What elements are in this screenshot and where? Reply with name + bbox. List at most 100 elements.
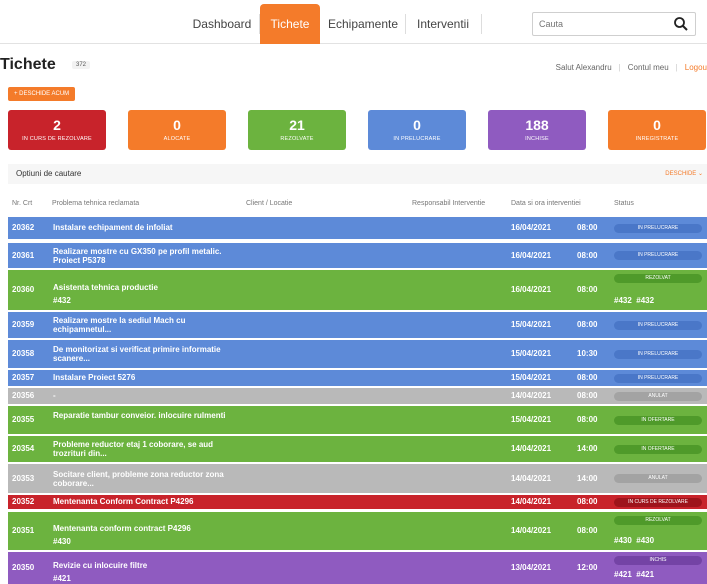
logout-link[interactable]: Logou (685, 63, 707, 72)
search-box (532, 12, 696, 36)
status-card[interactable]: 0 ALOCATE (128, 110, 226, 150)
table-row[interactable]: 20351 Mentenanta conform contract P4296 #… (8, 512, 707, 550)
status-badge[interactable]: IN PRELUCRARE (614, 251, 702, 260)
ticket-number: 20361 (12, 250, 35, 260)
column-header-date: Data si ora interventiei (511, 200, 581, 207)
status-badge[interactable]: IN PRELUCRARE (614, 373, 702, 383)
status-badge[interactable]: REZOLVAT (614, 274, 702, 283)
status-badge[interactable]: REZOLVAT (614, 516, 702, 525)
tab-echipamente[interactable]: Echipamente (322, 4, 404, 44)
ticket-problem[interactable]: Mentenanta conform contract P4296 #430 (53, 522, 233, 548)
ticket-problem[interactable]: - (53, 391, 233, 400)
ticket-problem[interactable]: Mentenanta Conform Contract P4296 (53, 497, 233, 506)
table-row[interactable]: 20356 - 14/04/2021 08:00 ANULAT (8, 388, 707, 404)
ticket-number: 20352 (12, 497, 35, 506)
intervention-date: 16/04/2021 (511, 250, 552, 260)
open-ticket-button[interactable]: + DESCHIDE ACUM (8, 87, 76, 101)
status-card-label: INCHISE (525, 136, 549, 142)
ticket-problem[interactable]: Revizie cu inlocuire filtre #421 (53, 559, 233, 584)
ticket-number: 20362 (12, 223, 35, 232)
intervention-time: 08:00 (577, 223, 598, 232)
status-card[interactable]: 0 IN PRELUCRARE (368, 110, 466, 150)
ticket-count-badge: 372 (72, 61, 91, 69)
ticket-problem[interactable]: Asistenta tehnica productie #432 (53, 281, 233, 307)
status-card-label: REZOLVATE (280, 136, 314, 142)
status-badge[interactable]: ANULAT (614, 474, 702, 483)
nav-divider (481, 14, 482, 34)
status-card-label: ALOCATE (163, 136, 191, 142)
status-badge[interactable]: IN OFERTARE (614, 415, 702, 425)
status-card-label: IN PRELUCRARE (393, 136, 441, 142)
search-input[interactable] (539, 16, 659, 32)
status-card[interactable]: 2 IN CURS DE REZOLVARE (8, 110, 106, 150)
status-badge[interactable]: IN PRELUCRARE (614, 223, 702, 233)
status-badge[interactable]: INCHIS (614, 556, 702, 565)
status-badge[interactable]: IN CURS DE REZOLVARE (614, 497, 702, 507)
search-options-toggle[interactable]: DESCHIDE ⌄ (665, 170, 703, 177)
greeting-text: Salut Alexandru (555, 63, 612, 72)
ticket-problem[interactable]: De monitorizat si verificat primire info… (53, 345, 233, 363)
status-badge[interactable]: IN OFERTARE (614, 444, 702, 454)
intervention-time: 08:00 (577, 373, 598, 382)
ticket-number: 20358 (12, 349, 35, 358)
table-row[interactable]: 20362 Instalare echipament de infoliat 16/… (8, 217, 707, 239)
status-badge[interactable]: IN PRELUCRARE (614, 349, 702, 359)
column-header-status: Status (614, 200, 634, 207)
column-header-responsible: Responsabil Interventie (412, 200, 486, 207)
intervention-time: 08:00 (577, 320, 598, 329)
intervention-time: 08:00 (577, 250, 598, 260)
status-card-value: 21 (289, 117, 305, 133)
top-navigation: Dashboard Tichete Echipamente Interventi… (0, 0, 707, 44)
table-row[interactable]: 20360 Asistenta tehnica productie #432 16/… (8, 270, 707, 310)
tab-tichete[interactable]: Tichete (260, 4, 320, 44)
table-row[interactable]: 20352 Mentenanta Conform Contract P4296 14… (8, 495, 707, 509)
intervention-date: 14/04/2021 (511, 497, 552, 506)
search-icon[interactable] (673, 16, 689, 32)
intervention-date: 15/04/2021 (511, 415, 552, 424)
ticket-problem[interactable]: Realizare mostre cu GX350 pe profil meta… (53, 247, 233, 265)
status-card[interactable]: 21 REZOLVATE (248, 110, 346, 150)
intervention-date: 16/04/2021 (511, 223, 552, 232)
account-link[interactable]: Contul meu (628, 63, 669, 72)
ticket-problem[interactable]: Instalare echipament de infoliat (53, 223, 233, 232)
intervention-time: 12:00 (577, 563, 598, 572)
table-row[interactable]: 20353 Socitare client, probleme zona redu… (8, 464, 707, 493)
status-card-label: INREGISTRATE (635, 136, 679, 142)
ticket-problem[interactable]: Realizare mostre la sediul Mach cu echip… (53, 316, 233, 334)
status-card-label: IN CURS DE REZOLVARE (22, 136, 92, 142)
ticket-number: 20359 (12, 320, 35, 329)
ticket-number: 20356 (12, 391, 35, 400)
intervention-time: 10:30 (577, 349, 598, 358)
ticket-tags: #430 #430 (614, 536, 655, 545)
table-row[interactable]: 20357 Instalare Proiect 5276 15/04/2021 08:… (8, 370, 707, 386)
page-title: Tichete (0, 56, 56, 73)
status-card[interactable]: 0 INREGISTRATE (608, 110, 706, 150)
table-row[interactable]: 20359 Realizare mostre la sediul Mach cu … (8, 312, 707, 338)
search-options-bar: Optiuni de cautare DESCHIDE ⌄ (8, 164, 707, 184)
table-row[interactable]: 20358 De monitorizat si verificat primire… (8, 340, 707, 368)
table-row[interactable]: 20361 Realizare mostre cu GX350 pe profil… (8, 243, 707, 268)
table-row[interactable]: 20355 Reparatie tambur conveior. inlocuir… (8, 406, 707, 434)
ticket-tags: #421 #421 (614, 570, 655, 579)
search-options-title: Optiuni de cautare (16, 169, 82, 178)
status-card-value: 188 (525, 117, 549, 133)
status-card[interactable]: 188 INCHISE (488, 110, 586, 150)
table-row[interactable]: 20354 Probleme reductor etaj 1 coborare, … (8, 436, 707, 462)
intervention-time: 08:00 (577, 415, 598, 424)
ticket-problem[interactable]: Socitare client, probleme zona reductor … (53, 470, 233, 488)
ticket-problem[interactable]: Probleme reductor etaj 1 coborare, se au… (53, 440, 233, 458)
status-badge[interactable]: IN PRELUCRARE (614, 320, 702, 330)
tab-interventii[interactable]: Interventii (406, 4, 480, 44)
intervention-time: 08:00 (577, 285, 598, 294)
intervention-time: 08:00 (577, 497, 598, 506)
ticket-problem[interactable]: Instalare Proiect 5276 (53, 373, 233, 382)
tab-dashboard[interactable]: Dashboard (186, 4, 258, 44)
intervention-date: 14/04/2021 (511, 473, 552, 483)
intervention-time: 14:00 (577, 473, 598, 483)
ticket-number: 20350 (12, 563, 35, 572)
intervention-date: 15/04/2021 (511, 373, 552, 382)
ticket-problem[interactable]: Reparatie tambur conveior. inlocuire rul… (53, 411, 233, 420)
table-row[interactable]: 20350 Revizie cu inlocuire filtre #421 13/… (8, 552, 707, 584)
intervention-date: 14/04/2021 (511, 391, 552, 400)
status-badge[interactable]: ANULAT (614, 391, 702, 401)
